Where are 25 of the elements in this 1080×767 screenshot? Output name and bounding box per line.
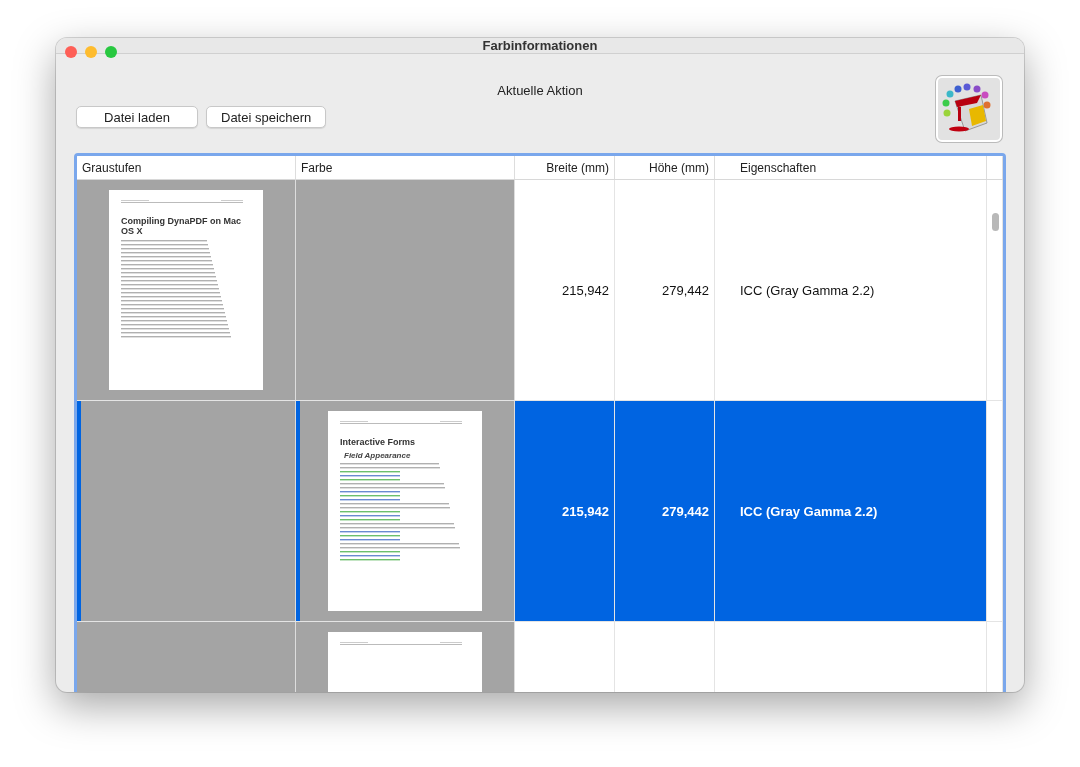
- table-cell: ICC (Gray Gamma 2.2): [715, 401, 987, 621]
- column-header[interactable]: Farbe: [296, 156, 515, 179]
- window-title: Farbinformationen: [482, 38, 598, 53]
- image-well[interactable]: [936, 76, 1002, 142]
- close-button[interactable]: [65, 46, 77, 58]
- document-subtitle: Field Appearance: [344, 450, 412, 460]
- column-header[interactable]: Graustufen: [77, 156, 296, 179]
- current-action-label: Aktuelle Aktion: [497, 83, 583, 100]
- table-cell: 215,942: [515, 180, 615, 400]
- table-cell: ICC (Gray Gamma 2.2): [715, 180, 987, 400]
- zoom-button[interactable]: [105, 46, 117, 58]
- column-header[interactable]: Breite (mm): [515, 156, 615, 179]
- column-header[interactable]: Höhe (mm): [615, 156, 715, 179]
- document-title: Compiling DynaPDF on Mac OS X: [121, 217, 242, 237]
- column-header[interactable]: Eigenschaften: [715, 156, 987, 179]
- table-cell: 279,442: [615, 180, 715, 400]
- table-cell: 215,942: [515, 401, 615, 621]
- document-title: Interactive Forms: [340, 438, 417, 448]
- file-button[interactable]: Datei laden: [76, 106, 198, 128]
- scrollbar-thumb[interactable]: [992, 213, 999, 231]
- table-cell: 279,442: [615, 401, 715, 621]
- minimize-button[interactable]: [85, 46, 97, 58]
- file-button[interactable]: Datei speichern: [206, 106, 327, 128]
- table-row[interactable]: Interactive Forms Field Appearance 215,942 279,442 ICC (Gray Gamma 2.2): [77, 401, 1003, 622]
- table-row[interactable]: Compiling DynaPDF on Mac OS X 215,942 279,442 ICC (Gray Gamma 2.2): [77, 180, 1003, 401]
